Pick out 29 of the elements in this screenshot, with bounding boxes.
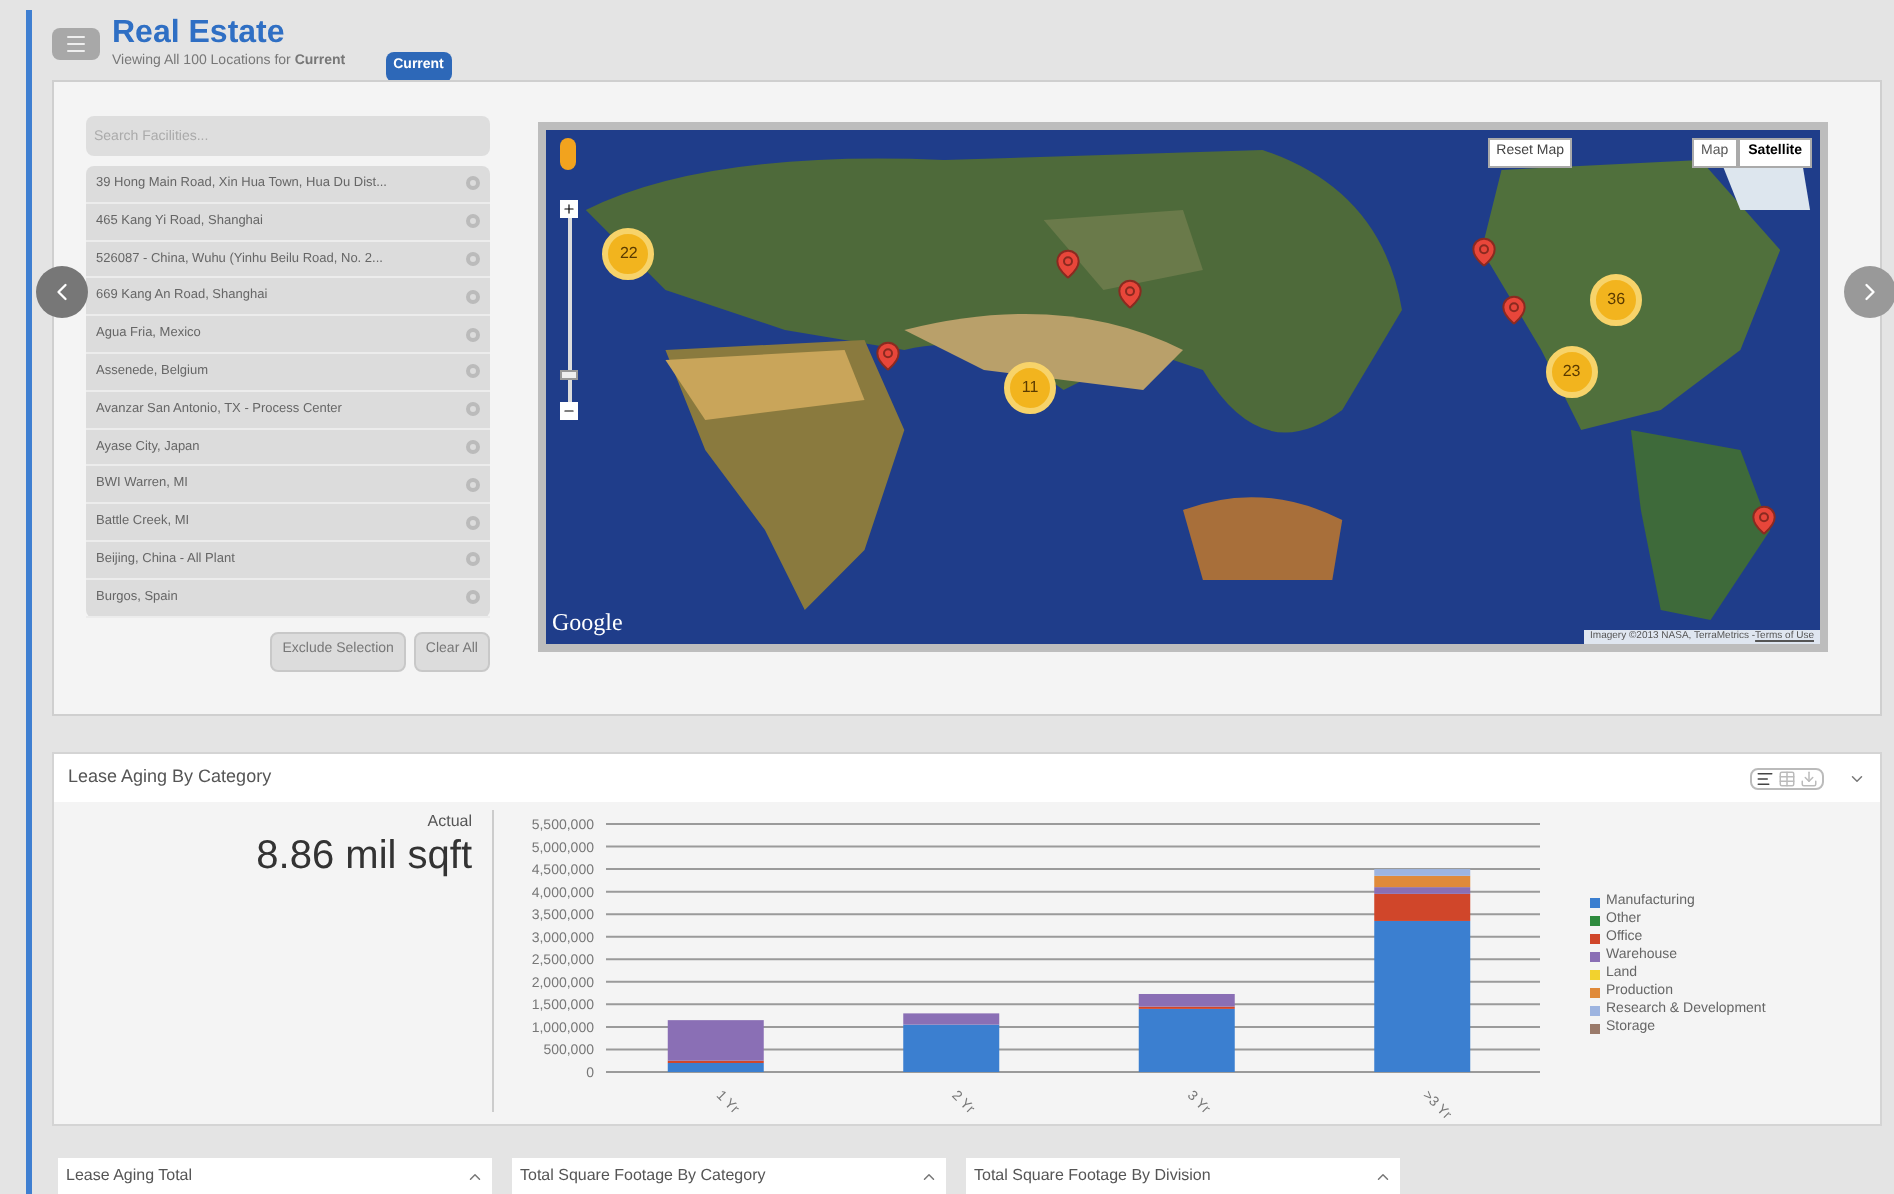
collapsed-panel[interactable]: Total Square Footage By Division bbox=[966, 1158, 1400, 1194]
map-pin-icon[interactable] bbox=[1749, 504, 1778, 537]
map-pin-icon[interactable] bbox=[1054, 247, 1083, 280]
plus-icon bbox=[562, 202, 576, 216]
zoom-slider[interactable] bbox=[560, 218, 578, 402]
collapsed-panel[interactable]: Lease Aging Total bbox=[58, 1158, 492, 1194]
panel-title: Lease Aging By Category bbox=[68, 764, 272, 791]
map-pin-icon[interactable] bbox=[1500, 293, 1529, 326]
chart-view-icon[interactable] bbox=[1756, 769, 1774, 787]
export-icon[interactable] bbox=[1800, 769, 1818, 787]
map-pin-icon[interactable] bbox=[873, 339, 902, 372]
map-pin-icon[interactable] bbox=[1470, 236, 1499, 269]
panel-title: Total Square Footage By Division bbox=[974, 1164, 1211, 1188]
pegman-icon[interactable] bbox=[560, 138, 576, 170]
map-pin-icon[interactable] bbox=[1115, 277, 1144, 310]
zoom-in-button[interactable] bbox=[560, 200, 578, 218]
previous-button[interactable] bbox=[36, 266, 88, 318]
page-title: Real Estate bbox=[112, 16, 287, 52]
actual-label: Actual bbox=[427, 810, 472, 834]
panel-title: Lease Aging Total bbox=[66, 1164, 193, 1188]
menu-icon bbox=[64, 32, 88, 56]
collapsed-panel[interactable]: Total Square Footage By Category bbox=[512, 1158, 946, 1194]
map-logo: Google bbox=[552, 606, 623, 640]
minus-icon bbox=[562, 404, 576, 418]
zoom-slider-thumb[interactable] bbox=[560, 369, 578, 380]
menu-button[interactable] bbox=[52, 28, 100, 60]
zoom-out-button[interactable] bbox=[560, 402, 578, 420]
panel-title: Total Square Footage By Category bbox=[520, 1164, 766, 1188]
actual-value: 8.86 mil sqft bbox=[256, 834, 472, 878]
